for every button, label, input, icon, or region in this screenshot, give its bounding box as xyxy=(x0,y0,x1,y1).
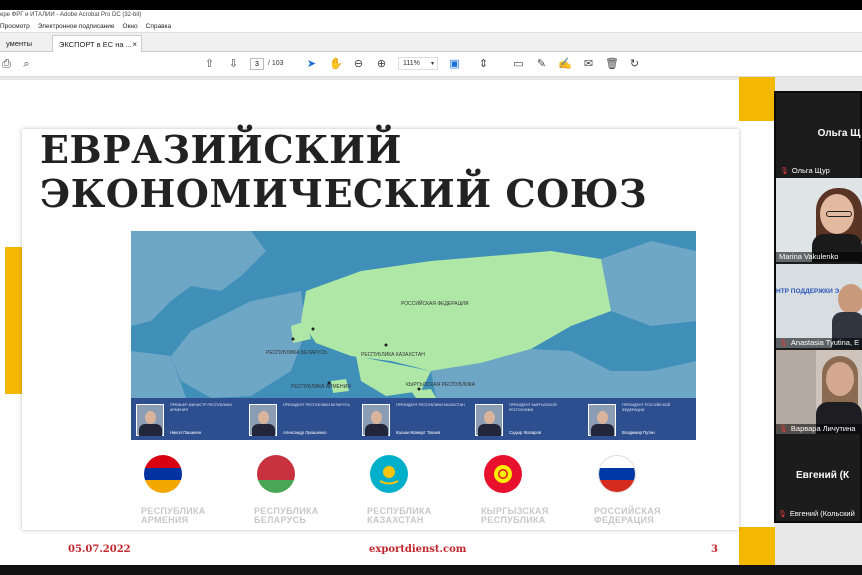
close-icon[interactable]: × xyxy=(132,36,137,53)
heading-line-2: ЭКОНОМИЧЕСКИЙ СОЮЗ xyxy=(40,171,648,216)
leader-photo xyxy=(136,404,164,436)
map-label-kazakhstan: РЕСПУБЛИКА КАЗАХСТАН xyxy=(361,352,425,358)
country-label-belarus: РЕСПУБЛИКА БЕЛАРУСЬ xyxy=(254,506,319,525)
zoom-out-icon[interactable]: ⊖ xyxy=(352,58,365,71)
participant-label: 🎙 Anastasia Tyutina, E xyxy=(776,338,862,348)
mic-muted-icon: 🎙 xyxy=(778,511,787,518)
leader-photo xyxy=(588,404,616,436)
leader-name: Касым-Жомарт Токаев xyxy=(396,430,441,435)
leader-role: Президент Республики Казахстан xyxy=(396,403,465,407)
hand-icon[interactable]: ✋ xyxy=(329,58,343,71)
leader-card: Президент Республики Казахстан Касым-Жом… xyxy=(359,402,471,438)
leader-role: Президент Российской Федерации xyxy=(622,403,671,412)
slide-footer-site: exportdienst.com xyxy=(369,544,467,555)
tab-label: ЭКСПОРТ в ЕС на ... xyxy=(59,40,132,49)
comment-icon[interactable]: ▭ xyxy=(512,58,525,71)
top-border xyxy=(0,0,862,10)
flag-belarus xyxy=(257,455,295,493)
tabs-bar: ументы ЭКСПОРТ в ЕС на ... × xyxy=(0,33,862,52)
flag-kazakhstan xyxy=(370,455,408,493)
search-icon[interactable]: ⌕ xyxy=(20,58,33,71)
menu-item-esign[interactable]: Электронное подписание xyxy=(38,21,115,32)
slide-page-number: 3 xyxy=(711,544,718,555)
country-label-kyrgyzstan: КЫРГЫЗСКАЯ РЕСПУБЛИКА xyxy=(481,506,549,525)
menu-item-help[interactable]: Справка xyxy=(146,21,172,32)
stamp-icon[interactable]: ✉ xyxy=(582,58,595,71)
participant-label: Marina Vakulenko xyxy=(776,252,862,262)
flag-russia xyxy=(598,455,636,493)
zoom-in-icon[interactable]: ⊕ xyxy=(375,58,388,71)
participant-video-tile[interactable] xyxy=(776,178,862,262)
page-total: / 103 xyxy=(268,60,284,67)
leader-role: Премьер-министр Республики Армения xyxy=(170,403,232,412)
country-label-armenia: РЕСПУБЛИКА АРМЕНИЯ xyxy=(141,506,206,525)
participant-label: 🎙 Ольга Щур xyxy=(780,166,830,175)
leader-name: Садыр Жапаров xyxy=(509,430,542,435)
fit-page-icon[interactable]: ▣ xyxy=(448,58,461,71)
leader-name: Владимир Путин xyxy=(622,430,655,435)
leader-card: Президент Российской Федерации Владимир … xyxy=(585,402,697,438)
participant-video-tile[interactable]: НТР ПОДДЕРЖКИ Э xyxy=(776,264,862,348)
leader-role: Президент Кыргызской Республики xyxy=(509,403,557,412)
leader-photo xyxy=(475,404,503,436)
map-label-russia: РОССИЙСКАЯ ФЕДЕРАЦИЯ xyxy=(401,299,469,307)
select-cursor-icon[interactable]: ➤ xyxy=(305,58,318,71)
pen-icon[interactable]: ✎ xyxy=(535,58,548,71)
participant-name-large: Евгений (К xyxy=(796,470,850,481)
rotate-icon[interactable]: ↻ xyxy=(628,58,641,71)
page-down-icon[interactable]: ⇩ xyxy=(227,58,240,71)
slide-footer-date: 05.07.2022 xyxy=(68,544,131,555)
zoom-value: 111% xyxy=(403,60,420,67)
participant-label: 🎙 Варвара Личутина xyxy=(776,424,862,434)
sign-icon[interactable]: ✍ xyxy=(558,58,572,71)
scroll-mode-icon[interactable]: ⇕ xyxy=(477,58,490,71)
leader-name: Никол Пашинян xyxy=(170,430,202,435)
print-icon[interactable]: ⎙ xyxy=(0,58,13,71)
accent-bar-bottom-right xyxy=(739,527,775,565)
participant-video-tile[interactable] xyxy=(776,350,862,434)
bottom-border xyxy=(0,565,862,575)
participant-name-large: Ольга Щ xyxy=(817,128,861,139)
screen: ере ФРГ и ИТАЛИИ - Adobe Acrobat Pro DC … xyxy=(0,0,862,575)
delete-icon[interactable]: 🗑 xyxy=(605,58,619,71)
map-label-kyrgyzstan: КЫРГЫЗСКАЯ РЕСПУБЛИКА xyxy=(406,382,476,388)
flag-kyrgyzstan xyxy=(484,455,522,493)
menu-bar: Просмотр Электронное подписание Окно Спр… xyxy=(0,21,862,33)
chevron-down-icon: ▾ xyxy=(430,61,434,67)
page-up-icon[interactable]: ⇧ xyxy=(203,58,216,71)
leader-card: Президент Кыргызской Республики Садыр Жа… xyxy=(472,402,584,438)
page-number-input[interactable]: 3 xyxy=(250,58,264,70)
mic-muted-icon: 🎙 xyxy=(779,426,788,433)
accent-bar-left xyxy=(5,247,22,394)
participant-label: 🎙 Евгений (Кольский xyxy=(778,509,855,518)
menu-item-window[interactable]: Окно xyxy=(123,21,138,32)
leader-role: Президент Республики Беларусь xyxy=(283,403,350,407)
leader-card: Премьер-министр Республики Армения Никол… xyxy=(133,402,245,438)
tab-active-document[interactable]: ЭКСПОРТ в ЕС на ... × xyxy=(52,35,142,52)
slide-heading: ЕВРАЗИЙСКИЙ ЭКОНОМИЧЕСКИЙ СОЮЗ xyxy=(40,128,647,216)
leader-card: Президент Республики Беларусь Александр … xyxy=(246,402,358,438)
country-label-russia: РОССИЙСКАЯ ФЕДЕРАЦИЯ xyxy=(594,506,661,525)
window-title: ере ФРГ и ИТАЛИИ - Adobe Acrobat Pro DC … xyxy=(0,10,862,21)
mic-muted-icon: 🎙 xyxy=(779,340,788,347)
leader-name: Александр Лукашенко xyxy=(283,430,327,435)
map-label-armenia: РЕСПУБЛИКА АРМЕНИЯ xyxy=(291,384,351,390)
heading-line-1: ЕВРАЗИЙСКИЙ xyxy=(40,127,402,172)
zoom-select[interactable]: 111% ▾ xyxy=(398,57,438,70)
menu-item-view[interactable]: Просмотр xyxy=(0,21,30,32)
flag-armenia xyxy=(144,455,182,493)
map-label-belarus: РЕСПУБЛИКА БЕЛАРУСЬ xyxy=(266,350,328,356)
leader-photo xyxy=(362,404,390,436)
country-label-kazakhstan: РЕСПУБЛИКА КАЗАХСТАН xyxy=(367,506,432,525)
leader-photo xyxy=(249,404,277,436)
mic-muted-icon: 🎙 xyxy=(780,168,789,175)
tab-documents[interactable]: ументы xyxy=(0,35,38,52)
accent-bar-top-right xyxy=(739,77,775,121)
